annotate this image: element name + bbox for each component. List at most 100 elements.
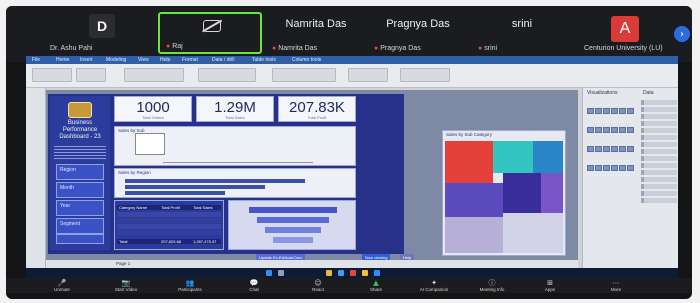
app-icon[interactable] xyxy=(350,270,356,276)
funnel-chart-panel[interactable] xyxy=(228,200,356,250)
table-row xyxy=(117,218,221,223)
tab-view[interactable]: View xyxy=(138,57,149,63)
treemap-tile[interactable] xyxy=(445,183,503,217)
clear-filters-button[interactable] xyxy=(56,234,104,244)
calculations-group[interactable] xyxy=(400,68,450,82)
page-tab-bar: Page 1 xyxy=(46,260,578,268)
font-select[interactable] xyxy=(32,68,72,82)
edge-icon[interactable] xyxy=(338,270,344,276)
dashboard-title: Business Performance Dashboard - 23 xyxy=(59,120,101,140)
visual-type-grid[interactable] xyxy=(587,100,637,176)
slicer-month[interactable]: Month xyxy=(56,182,104,198)
kpi-card[interactable]: 1000 Total Orders xyxy=(114,96,192,122)
insert-group[interactable] xyxy=(348,68,388,82)
report-canvas: Business Performance Dashboard - 23 Regi… xyxy=(46,90,578,260)
slicer-segment[interactable]: Segment xyxy=(56,218,104,234)
ribbon-tabs: File Home Insert Modeling View Help Form… xyxy=(26,56,678,64)
tab-table-tools[interactable]: Table tools xyxy=(252,57,276,63)
participant-strip: D Dr. Ashu Pahi ● Raj Namrita Das ● Namrit… xyxy=(6,6,692,62)
mic-icon: 🎤 xyxy=(57,279,67,287)
participant-tile[interactable]: D Dr. Ashu Pahi xyxy=(44,12,162,54)
kpi-card[interactable]: 1.29M Total Sales xyxy=(196,96,274,122)
tab-home[interactable]: Home xyxy=(56,57,69,63)
participant-display-name: srini xyxy=(511,18,533,30)
bar-chart-panel[interactable]: Sales by Region xyxy=(114,168,356,198)
funnel-bar xyxy=(273,237,313,243)
treemap-tile[interactable] xyxy=(503,213,563,253)
participant-name: Raj xyxy=(172,43,183,50)
muted-icon: ● xyxy=(478,45,483,52)
visualizations-pane: Visualizations Data xyxy=(582,88,678,268)
table-header: Category Name Total Profit Total Sales xyxy=(117,205,221,210)
tab-help[interactable]: Help xyxy=(160,57,170,63)
participant-tile[interactable]: Namrita Das ● Namrita Das xyxy=(266,12,366,54)
tab-file[interactable]: File xyxy=(32,57,40,63)
participant-tile-active-speaker[interactable]: ● Raj xyxy=(158,12,262,54)
tab-format[interactable]: Format xyxy=(182,57,198,63)
react-button[interactable]: ☺ React xyxy=(298,279,338,293)
bar xyxy=(125,185,265,189)
share-icon: ▲ xyxy=(373,279,379,287)
next-page-icon[interactable]: › xyxy=(674,26,690,42)
camera-off-icon xyxy=(203,20,221,32)
zoom-icon[interactable] xyxy=(374,270,380,276)
table-total-row: Total 207,826.68 1,287,475.37 xyxy=(117,239,221,244)
bar xyxy=(125,191,225,195)
view-switcher[interactable] xyxy=(26,88,46,268)
file-explorer-icon[interactable] xyxy=(326,270,332,276)
tab-data-drill[interactable]: Data / drill xyxy=(212,57,235,63)
funnel-bar xyxy=(249,207,337,213)
treemap-tile[interactable] xyxy=(493,141,533,173)
participant-tile[interactable]: A Centurion University (LU) xyxy=(578,12,672,54)
treemap-panel[interactable]: Sales by Sub Category xyxy=(442,130,566,256)
shared-screen: File Home Insert Modeling View Help Form… xyxy=(26,56,678,268)
tab-insert[interactable]: Insert xyxy=(80,57,93,63)
tab-modeling[interactable]: Modeling xyxy=(106,57,126,63)
data-group[interactable] xyxy=(272,68,336,82)
treemap-tile[interactable] xyxy=(445,141,493,183)
funnel-bar xyxy=(257,217,329,223)
mic-button[interactable]: 🎤 Unmute xyxy=(42,279,82,293)
video-button[interactable]: 📷 Start Video xyxy=(106,279,146,293)
meeting-info-button[interactable]: ⓘ Meeting Info xyxy=(472,279,512,293)
participant-tile[interactable]: srini ● srini xyxy=(472,12,572,54)
chat-button[interactable]: 💬 Chat xyxy=(234,279,274,293)
slicer-year[interactable]: Year xyxy=(56,200,104,216)
line-chart-panel[interactable]: Sales by Sub xyxy=(114,126,356,166)
participant-display-name: Namrita Das xyxy=(285,18,347,30)
fields-list[interactable] xyxy=(641,100,677,205)
muted-icon: ● xyxy=(166,43,171,50)
apps-button[interactable]: ⊞ Apps xyxy=(530,279,570,293)
slicer-region[interactable]: Region xyxy=(56,164,104,180)
format-group[interactable] xyxy=(124,68,184,82)
search-icon[interactable] xyxy=(278,270,284,276)
treemap-tile[interactable] xyxy=(503,173,541,213)
muted-icon: ● xyxy=(374,45,379,52)
treemap-tile[interactable] xyxy=(445,217,503,253)
treemap-tile[interactable] xyxy=(541,173,563,213)
powerbi-icon[interactable] xyxy=(362,270,368,276)
avatar: D xyxy=(89,14,115,38)
legend-popup[interactable] xyxy=(135,133,165,155)
start-icon[interactable] xyxy=(266,270,272,276)
participant-tile[interactable]: Pragnya Das ● Pragnya Das xyxy=(368,12,468,54)
align-group[interactable] xyxy=(198,68,256,82)
kpi-card[interactable]: 207.83K Total Profit xyxy=(278,96,356,122)
treemap-tile[interactable] xyxy=(533,141,563,173)
data-table[interactable]: Category Name Total Profit Total Sales T… xyxy=(114,200,224,250)
share-button[interactable]: ▲ Share xyxy=(356,279,396,293)
chat-icon: 💬 xyxy=(249,279,259,287)
participants-button[interactable]: 👥 Participants xyxy=(170,279,210,293)
data-pane-title: Data xyxy=(643,90,654,96)
meeting-controls: 🎤 Unmute 📷 Start Video 👥 Participants 💬 … xyxy=(6,278,692,293)
size-select[interactable] xyxy=(76,68,106,82)
page-tab[interactable]: Page 1 xyxy=(116,261,130,266)
more-icon: ⋯ xyxy=(612,279,620,287)
camera-icon: 📷 xyxy=(121,279,131,287)
ai-companion-button[interactable]: ✦ AI Companion xyxy=(414,279,454,293)
tab-column-tools[interactable]: Column tools xyxy=(292,57,321,63)
more-button[interactable]: ⋯ More xyxy=(596,279,636,293)
dashboard: Business Performance Dashboard - 23 Regi… xyxy=(48,94,404,254)
funnel-bar xyxy=(265,227,321,233)
participant-name: Pragnya Das xyxy=(380,45,421,52)
